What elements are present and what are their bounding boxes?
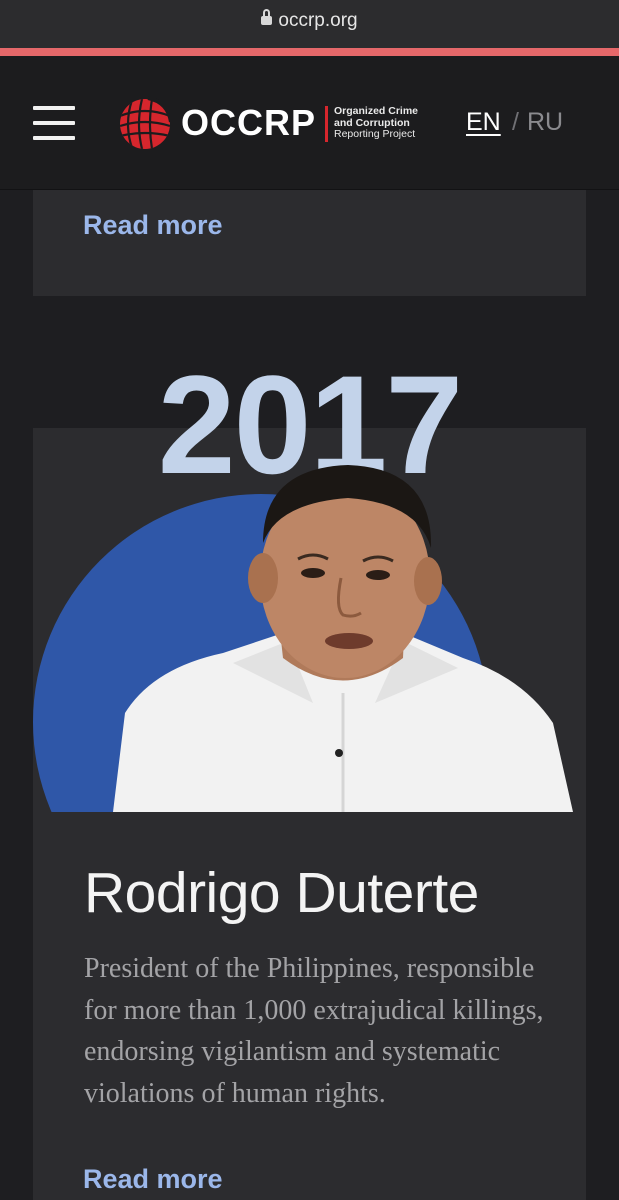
- site-header: OCCRP Organized Crime and Corruption Rep…: [0, 56, 619, 190]
- page-load-progress-bar: [0, 48, 619, 56]
- tagline-line-3: Reporting Project: [334, 128, 416, 140]
- hamburger-menu-icon[interactable]: [33, 106, 75, 140]
- logo-divider: [325, 106, 328, 142]
- previous-entry-card: Read more: [33, 190, 586, 296]
- tagline-line-1: Organized Crime: [334, 105, 419, 117]
- occrp-logo[interactable]: OCCRP Organized Crime and Corruption Rep…: [118, 96, 428, 149]
- browser-url-bar[interactable]: occrp.org: [0, 0, 619, 48]
- person-photo: [113, 465, 573, 812]
- language-en-link[interactable]: EN: [466, 108, 501, 137]
- entry-name: Rodrigo Duterte: [84, 861, 479, 925]
- logo-wordmark: OCCRP: [181, 102, 317, 143]
- entry-description: President of the Philippines, responsibl…: [84, 953, 544, 1109]
- url-text: occrp.org: [278, 10, 358, 31]
- logo-tagline: Organized Crime and Corruption Reporting…: [334, 105, 419, 141]
- read-more-link[interactable]: Read more: [83, 1164, 223, 1195]
- lock-icon: [261, 9, 273, 25]
- language-ru-link[interactable]: RU: [527, 108, 563, 137]
- url-display[interactable]: occrp.org: [0, 9, 619, 32]
- read-more-link[interactable]: Read more: [83, 210, 223, 241]
- occrp-globe-logo: [120, 96, 173, 149]
- language-separator: /: [512, 108, 519, 136]
- entry-portrait: [33, 428, 586, 812]
